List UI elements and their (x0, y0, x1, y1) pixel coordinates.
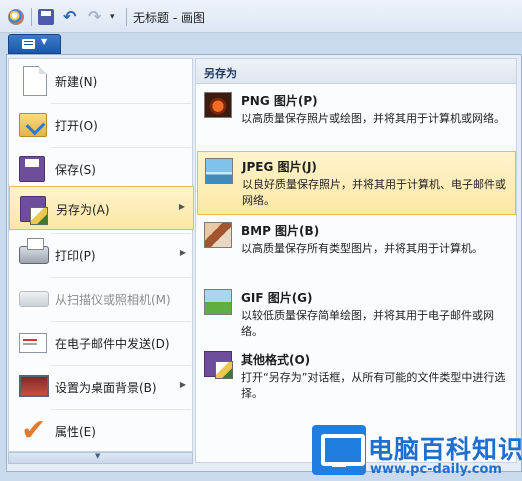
desktop-background-icon (19, 375, 49, 397)
save-disk-icon (19, 156, 45, 182)
menu-item-label: 在电子邮件中发送(D) (55, 337, 170, 351)
png-image-icon (204, 92, 232, 118)
save-as-submenu: 另存为 PNG 图片(P) 以高质量保存照片或绘图，并将其用于计算机或网络。 J… (195, 58, 517, 463)
format-title: 其他格式(O) (241, 353, 311, 367)
watermark-logo (312, 425, 366, 475)
menu-item-desktop-background[interactable]: 设置为桌面背景(B) ▶ (9, 365, 194, 409)
app-menu-button[interactable]: ▼ (8, 34, 61, 54)
menu-item-label: 另存为(A) (56, 203, 110, 217)
menu-item-label: 设置为桌面背景(B) (55, 381, 157, 395)
save-as-other-formats[interactable]: 其他格式(O) 打开“另存为”对话框，从所有可能的文件类型中进行选择。 (197, 345, 516, 409)
menu-item-scanner: 从扫描仪或照相机(M) (9, 277, 194, 321)
quick-save-icon[interactable] (38, 9, 54, 25)
save-as-icon (20, 196, 48, 225)
format-description: 以高质量保存所有类型图片，并将其用于计算机。 (241, 242, 483, 255)
menu-item-new[interactable]: 新建(N) (9, 59, 194, 103)
menu-scroll-footer[interactable]: ▼ (8, 452, 193, 464)
undo-icon[interactable]: ↶ (63, 9, 79, 25)
menu-item-print[interactable]: 打印(P) ▶ (9, 233, 194, 277)
format-description: 以较低质量保存简单绘图，并将其用于电子邮件或网络。 (241, 309, 494, 338)
redo-icon[interactable]: ↷ (88, 9, 104, 25)
menu-item-properties[interactable]: ✔ 属性(E) (9, 409, 194, 453)
submenu-header: 另存为 (196, 59, 516, 84)
other-formats-icon (204, 351, 233, 379)
format-description: 以高质量保存照片或绘图，并将其用于计算机或网络。 (241, 112, 505, 125)
menu-item-label: 属性(E) (55, 425, 96, 439)
menu-item-label: 保存(S) (55, 163, 96, 177)
submenu-arrow-icon: ▶ (178, 202, 185, 211)
menu-item-label: 打印(P) (55, 249, 96, 263)
jpeg-image-icon (205, 158, 233, 184)
menu-item-save-as[interactable]: 另存为(A) ▶ (9, 186, 194, 230)
submenu-arrow-icon: ▶ (179, 380, 186, 389)
gif-image-icon (204, 289, 232, 315)
chevron-down-icon: ▼ (41, 37, 48, 46)
scanner-icon (19, 291, 49, 307)
title-bar: ↶ ↷ ▾ 无标题 - 画图 (0, 0, 522, 33)
format-title: GIF 图片(G) (241, 291, 313, 305)
menu-doc-icon (22, 39, 35, 49)
printer-icon (19, 238, 49, 264)
menu-item-email[interactable]: 在电子邮件中发送(D) (9, 321, 194, 365)
menu-item-save[interactable]: 保存(S) (9, 147, 194, 191)
open-folder-icon (19, 113, 47, 137)
properties-check-icon: ✔ (21, 413, 47, 448)
watermark-url: www.pc-daily.com (370, 462, 502, 477)
customize-toolbar-icon[interactable]: ▾ (110, 9, 126, 25)
chevron-down-icon: ▼ (95, 452, 101, 460)
format-description: 以良好质量保存照片，并将其用于计算机、电子邮件或网络。 (242, 178, 506, 207)
divider (126, 8, 127, 26)
window-title: 无标题 - 画图 (133, 11, 205, 25)
watermark-name: 电脑百科知识 (368, 435, 522, 464)
menu-item-label: 打开(O) (55, 119, 98, 133)
submenu-arrow-icon: ▶ (179, 248, 186, 257)
save-as-gif[interactable]: GIF 图片(G) 以较低质量保存简单绘图，并将其用于电子邮件或网络。 (197, 283, 516, 347)
new-doc-icon (23, 66, 47, 96)
paint-app-icon[interactable] (8, 9, 24, 25)
save-as-jpeg[interactable]: JPEG 图片(J) 以良好质量保存照片，并将其用于计算机、电子邮件或网络。 (197, 151, 516, 215)
format-title: JPEG 图片(J) (242, 160, 317, 174)
menu-item-open[interactable]: 打开(O) (9, 103, 194, 147)
save-as-bmp[interactable]: BMP 图片(B) 以高质量保存所有类型图片，并将其用于计算机。 (197, 216, 516, 280)
email-icon (19, 333, 47, 353)
format-description: 打开“另存为”对话框，从所有可能的文件类型中进行选择。 (241, 371, 506, 400)
menu-item-label: 从扫描仪或照相机(M) (55, 293, 171, 307)
menu-item-label: 新建(N) (55, 75, 98, 89)
app-menu-list: 新建(N) 打开(O) 保存(S) 另存为(A) ▶ 打印(P) ▶ 从扫描仪或… (8, 58, 194, 453)
submenu-title: 另存为 (204, 67, 237, 80)
bmp-image-icon (204, 222, 232, 248)
format-title: PNG 图片(P) (241, 94, 318, 108)
format-title: BMP 图片(B) (241, 224, 320, 238)
divider (31, 8, 32, 26)
save-as-png[interactable]: PNG 图片(P) 以高质量保存照片或绘图，并将其用于计算机或网络。 (197, 86, 516, 150)
